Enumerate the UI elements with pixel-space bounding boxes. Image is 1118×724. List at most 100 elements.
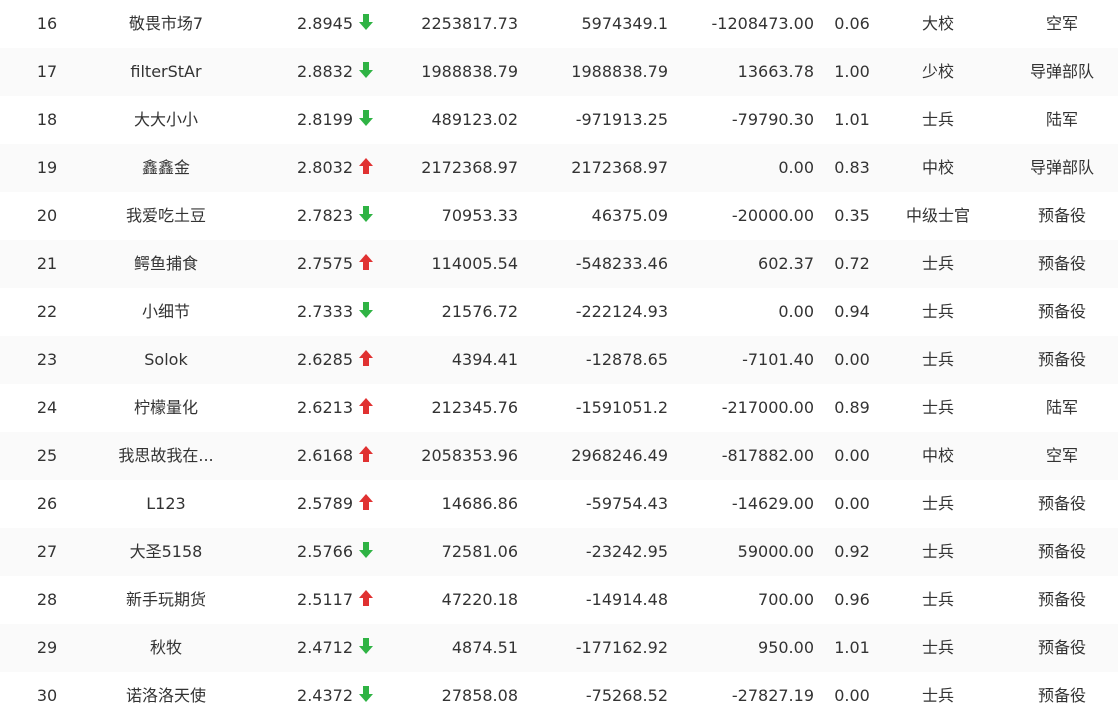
value-1-cell: 4874.51: [451, 638, 518, 657]
value-3-cell: 950.00: [758, 638, 814, 657]
table-row[interactable]: 26 L123 2.5789 14686.86 -59754.43 -14629.00 0.…: [0, 480, 1118, 528]
trend-cell: [358, 576, 384, 624]
ratio-cell: 0.00: [834, 350, 870, 369]
trend-cell: [358, 96, 384, 144]
military-rank-cell: 中校: [921, 158, 954, 177]
trader-name-cell[interactable]: 我思故我在...: [96, 432, 236, 480]
table-row[interactable]: 17 filterStAr 2.8832 1988838.79 1988838.79 13…: [0, 48, 1118, 96]
trader-name-cell[interactable]: 诺洛洛天使: [96, 672, 236, 720]
value-1-cell: 489123.02: [431, 110, 518, 129]
rank-cell: 22: [36, 302, 58, 321]
arrow-up-icon: [358, 253, 374, 271]
value-3-cell: -20000.00: [731, 206, 814, 225]
branch-cell: 导弹部队: [1029, 158, 1094, 177]
score-cell: 2.4712: [297, 638, 353, 657]
value-3-cell: 602.37: [758, 254, 814, 273]
ratio-cell: 1.00: [834, 62, 870, 81]
value-3-cell: -217000.00: [721, 398, 814, 417]
value-3-cell: 13663.78: [737, 62, 814, 81]
trader-name-cell[interactable]: L123: [96, 480, 236, 528]
value-1-cell: 2172368.97: [421, 158, 518, 177]
military-rank-cell: 士兵: [921, 494, 954, 513]
ratio-cell: 1.01: [834, 638, 870, 657]
value-3-cell: 59000.00: [737, 542, 814, 561]
branch-cell: 空军: [1045, 446, 1078, 465]
trader-name-cell[interactable]: 新手玩期货: [96, 576, 236, 624]
value-2-cell: 5974349.1: [581, 14, 668, 33]
value-1-cell: 114005.54: [431, 254, 518, 273]
table-row[interactable]: 19 鑫鑫金 2.8032 2172368.97 2172368.97 0.00 0.83 中…: [0, 144, 1118, 192]
ranking-table: 16 敬畏市场7 2.8945 2253817.73 5974349.1 -1208473…: [0, 0, 1118, 720]
table-row[interactable]: 24 柠檬量化 2.6213 212345.76 -1591051.2 -217000.0…: [0, 384, 1118, 432]
score-cell: 2.4372: [297, 686, 353, 705]
rank-cell: 30: [36, 686, 58, 705]
value-2-cell: -548233.46: [575, 254, 668, 273]
trader-name-cell[interactable]: 鳄鱼捕食: [96, 240, 236, 288]
arrow-down-icon: [358, 637, 374, 655]
trend-cell: [358, 0, 384, 48]
score-cell: 2.5766: [297, 542, 353, 561]
score-cell: 2.6168: [297, 446, 353, 465]
table-row[interactable]: 16 敬畏市场7 2.8945 2253817.73 5974349.1 -1208473…: [0, 0, 1118, 48]
trader-name-cell[interactable]: 敬畏市场7: [96, 0, 236, 48]
trend-cell: [358, 192, 384, 240]
table-row[interactable]: 28 新手玩期货 2.5117 47220.18 -14914.48 700.00 0.96…: [0, 576, 1118, 624]
ratio-cell: 0.06: [834, 14, 870, 33]
trader-name-cell[interactable]: 柠檬量化: [96, 384, 236, 432]
value-1-cell: 72581.06: [441, 542, 518, 561]
score-cell: 2.8832: [297, 62, 353, 81]
table-row[interactable]: 20 我爱吃土豆 2.7823 70953.33 46375.09 -20000.00 0.…: [0, 192, 1118, 240]
value-2-cell: -14914.48: [585, 590, 668, 609]
trader-name-cell[interactable]: 我爱吃土豆: [96, 192, 236, 240]
value-1-cell: 14686.86: [441, 494, 518, 513]
trend-cell: [358, 672, 384, 720]
value-2-cell: 46375.09: [591, 206, 668, 225]
value-2-cell: -1591051.2: [575, 398, 668, 417]
table-row[interactable]: 27 大圣5158 2.5766 72581.06 -23242.95 59000.00 0…: [0, 528, 1118, 576]
arrow-up-icon: [358, 589, 374, 607]
rank-cell: 19: [36, 158, 58, 177]
table-row[interactable]: 21 鳄鱼捕食 2.7575 114005.54 -548233.46 602.37 0.7…: [0, 240, 1118, 288]
ratio-cell: 1.01: [834, 110, 870, 129]
military-rank-cell: 士兵: [921, 590, 954, 609]
score-cell: 2.7575: [297, 254, 353, 273]
arrow-down-icon: [358, 541, 374, 559]
table-row[interactable]: 25 我思故我在... 2.6168 2058353.96 2968246.49 -817…: [0, 432, 1118, 480]
value-1-cell: 70953.33: [441, 206, 518, 225]
rank-cell: 20: [36, 206, 58, 225]
value-2-cell: -59754.43: [585, 494, 668, 513]
military-rank-cell: 士兵: [921, 110, 954, 129]
trader-name-cell[interactable]: filterStAr: [96, 48, 236, 96]
table-row[interactable]: 29 秋牧 2.4712 4874.51 -177162.92 950.00 1.01 士兵 预…: [0, 624, 1118, 672]
trend-cell: [358, 144, 384, 192]
rank-cell: 27: [36, 542, 58, 561]
rank-cell: 24: [36, 398, 58, 417]
trend-cell: [358, 336, 384, 384]
military-rank-cell: 士兵: [921, 302, 954, 321]
trader-name-cell[interactable]: 大大小小: [96, 96, 236, 144]
branch-cell: 预备役: [1037, 494, 1086, 513]
table-row[interactable]: 22 小细节 2.7333 21576.72 -222124.93 0.00 0.94 士兵 预…: [0, 288, 1118, 336]
table-row[interactable]: 30 诺洛洛天使 2.4372 27858.08 -75268.52 -27827.19 0…: [0, 672, 1118, 720]
trader-name-cell[interactable]: Solok: [96, 336, 236, 384]
military-rank-cell: 士兵: [921, 254, 954, 273]
value-1-cell: 27858.08: [441, 686, 518, 705]
ratio-cell: 0.96: [834, 590, 870, 609]
trader-name-cell[interactable]: 鑫鑫金: [96, 144, 236, 192]
value-1-cell: 1988838.79: [421, 62, 518, 81]
value-1-cell: 2253817.73: [421, 14, 518, 33]
branch-cell: 预备役: [1037, 350, 1086, 369]
trader-name-cell[interactable]: 小细节: [96, 288, 236, 336]
military-rank-cell: 中校: [921, 446, 954, 465]
military-rank-cell: 士兵: [921, 350, 954, 369]
score-cell: 2.6285: [297, 350, 353, 369]
ratio-cell: 0.83: [834, 158, 870, 177]
table-row[interactable]: 23 Solok 2.6285 4394.41 -12878.65 -7101.40 0.0…: [0, 336, 1118, 384]
score-cell: 2.8032: [297, 158, 353, 177]
table-row[interactable]: 18 大大小小 2.8199 489123.02 -971913.25 -79790.30…: [0, 96, 1118, 144]
trader-name-cell[interactable]: 大圣5158: [96, 528, 236, 576]
military-rank-cell: 士兵: [921, 542, 954, 561]
arrow-down-icon: [358, 685, 374, 703]
branch-cell: 预备役: [1037, 542, 1086, 561]
trader-name-cell[interactable]: 秋牧: [96, 624, 236, 672]
